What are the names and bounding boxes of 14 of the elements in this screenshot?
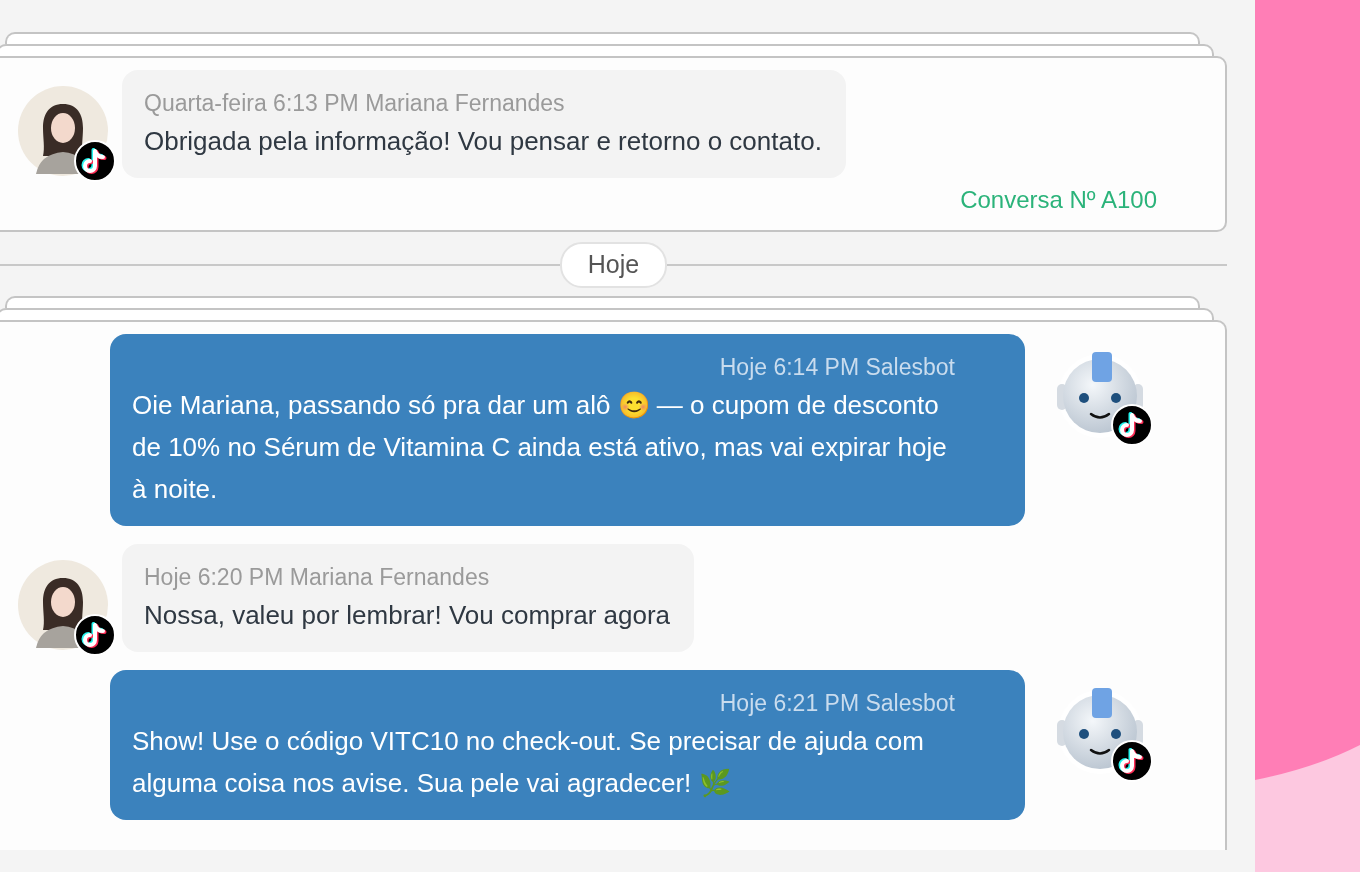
tiktok-badge-icon <box>1111 403 1153 446</box>
tiktok-badge-icon <box>74 613 116 656</box>
message-text: Nossa, valeu por lembrar! Vou comprar agora <box>144 598 671 632</box>
tiktok-badge-icon <box>74 140 116 182</box>
conversation-number: Conversa Nº A100 <box>959 185 1158 215</box>
message-meta: Quarta-feira 6:13 PM Mariana Fernandes <box>144 89 566 118</box>
message-meta: Hoje 6:21 PM Salesbot <box>718 688 955 718</box>
message-text: Obrigada pela informação! Vou pensar e retorno o contato. <box>144 125 822 158</box>
tiktok-badge-icon <box>1111 739 1153 782</box>
message-meta: Hoje 6:20 PM Mariana Fernandes <box>144 562 491 592</box>
date-divider-label: Hoje <box>559 242 668 288</box>
message-meta: Hoje 6:14 PM Salesbot <box>718 352 955 382</box>
message-text: Oie Mariana, passando só pra dar um alô 😊 — o cupom de desconto de 10% no Sérum de Vitamina C ainda está ativo, mas vai expirar hoje à noite. <box>132 388 948 506</box>
message-text: Show! Use o código VITC10 no check-out. Se precisar de ajuda com alguma coisa nos avise. Sua pele vai agradecer! 🌿 <box>132 724 925 800</box>
